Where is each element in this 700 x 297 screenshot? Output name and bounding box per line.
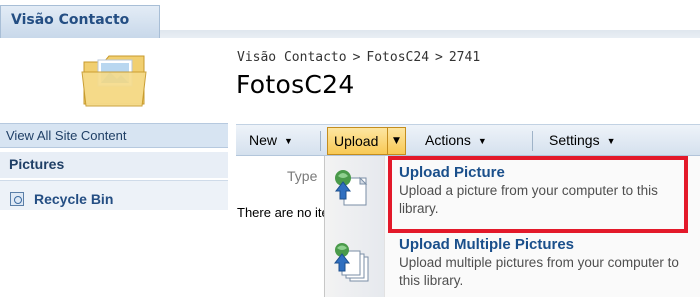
new-menu-button[interactable]: New ▼ [249,125,293,156]
top-navigation-bar: Visão Contacto [0,0,700,38]
menu-item-description: Upload multiple pictures from your compu… [399,255,679,288]
new-menu-label: New [249,132,278,148]
menu-item-title: Upload Picture [399,164,505,181]
upload-multiple-pictures-icon [333,243,369,282]
chevron-down-icon: ▼ [606,136,616,147]
recycle-bin-label: Recycle Bin [34,190,114,207]
chevron-down-icon: ▼ [393,136,400,146]
actions-menu-button[interactable]: Actions ▼ [425,125,487,156]
menu-item-upload-multiple-pictures[interactable]: Upload Multiple Pictures Upload multiple… [325,233,700,297]
page-title: FotosC24 [236,70,355,99]
breadcrumb-current: 2741 [448,50,481,65]
menu-item-upload-picture[interactable]: Upload Picture Upload a picture from you… [325,156,700,233]
menu-item-title: Upload Multiple Pictures [399,236,575,253]
view-all-site-content-link[interactable]: View All Site Content [0,123,228,148]
left-navigation: View All Site Content Pictures Recycle B… [0,123,228,210]
toolbar-divider [532,131,533,151]
upload-picture-icon [334,170,368,206]
upload-menu-label: Upload [334,133,379,149]
recycle-bin-icon [10,191,24,206]
breadcrumb-library-link[interactable]: FotosC24 [366,50,429,65]
upload-menu-button[interactable]: Upload [327,127,388,155]
settings-menu-button[interactable]: Settings ▼ [549,125,616,156]
actions-menu-label: Actions [425,132,471,148]
site-tab[interactable]: Visão Contacto [0,5,160,38]
chevron-down-icon: ▼ [477,136,487,147]
upload-dropdown-menu: Upload Picture Upload a picture from you… [324,156,700,297]
breadcrumb-separator: > [435,50,443,65]
recycle-bin-link[interactable]: Recycle Bin [0,180,228,210]
breadcrumb: Visão Contacto > FotosC24 >2741 [237,50,480,65]
nav-heading-pictures[interactable]: Pictures [0,152,228,178]
breadcrumb-site-link[interactable]: Visão Contacto [237,50,347,65]
toolbar-divider [320,131,321,151]
upload-dropdown-toggle[interactable]: ▼ [388,127,406,155]
menu-item-description: Upload a picture from your computer to t… [399,183,658,216]
empty-list-message: There are no items to show [237,205,325,220]
chevron-down-icon: ▼ [284,136,293,147]
breadcrumb-separator: > [352,50,361,65]
settings-menu-label: Settings [549,132,600,148]
picture-library-folder-icon [81,55,147,107]
list-toolbar: New ▼ Upload ▼ Actions ▼ Settings ▼ [236,124,700,156]
